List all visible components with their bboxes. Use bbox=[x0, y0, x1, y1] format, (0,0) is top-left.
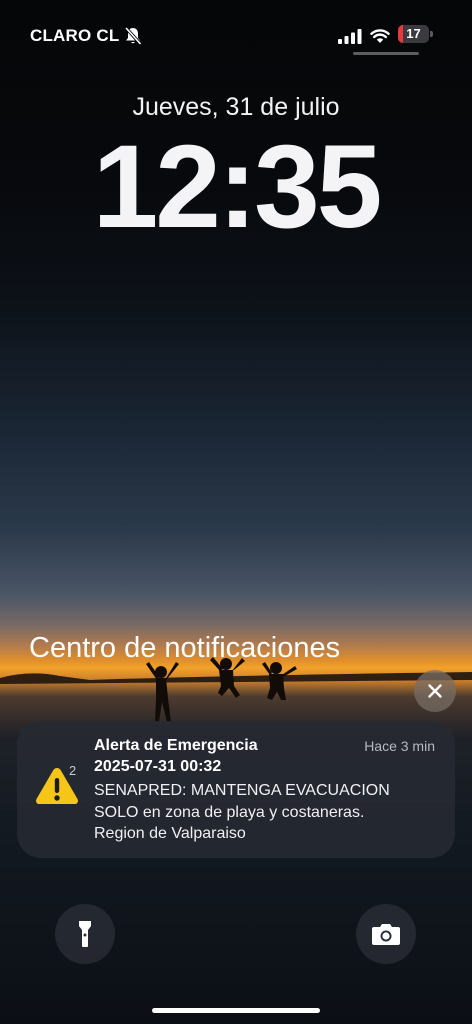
notification-time: Hace 3 min bbox=[364, 738, 435, 754]
flashlight-icon bbox=[79, 921, 91, 947]
lock-time: 12:35 bbox=[92, 121, 383, 253]
notification-body-line: SENAPRED: MANTENGA EVACUACION bbox=[94, 782, 390, 799]
emergency-alert-notification[interactable]: 2 Alerta de Emergencia Hace 3 min 2025-0… bbox=[17, 721, 455, 858]
close-icon bbox=[428, 684, 442, 698]
clear-notifications-button[interactable] bbox=[414, 670, 456, 712]
battery-icon: 17 bbox=[398, 25, 434, 45]
bell-slash-icon bbox=[124, 26, 142, 46]
lock-date: Jueves, 31 de julio bbox=[132, 93, 340, 121]
control-center-grabber[interactable] bbox=[353, 52, 419, 55]
notification-body: SENAPRED: MANTENGA EVACUACION SOLO en zo… bbox=[94, 780, 434, 845]
cellular-signal-icon bbox=[338, 29, 362, 44]
notification-count: 2 bbox=[69, 763, 77, 778]
flashlight-button[interactable] bbox=[55, 904, 115, 964]
battery-level: 17 bbox=[406, 26, 421, 41]
notification-subtitle: 2025-07-31 00:32 bbox=[94, 758, 222, 775]
notification-title: Alerta de Emergencia bbox=[94, 737, 258, 754]
notification-center-title: Centro de notificaciones bbox=[29, 632, 341, 664]
camera-icon bbox=[372, 924, 400, 945]
camera-button[interactable] bbox=[356, 904, 416, 964]
notification-body-line: Region de Valparaiso bbox=[94, 825, 246, 842]
notification-body-line: SOLO en zona de playa y costaneras. bbox=[94, 803, 365, 821]
home-indicator[interactable] bbox=[152, 1008, 320, 1013]
wifi-icon bbox=[370, 29, 390, 43]
carrier-name: CLARO CL bbox=[30, 26, 120, 45]
